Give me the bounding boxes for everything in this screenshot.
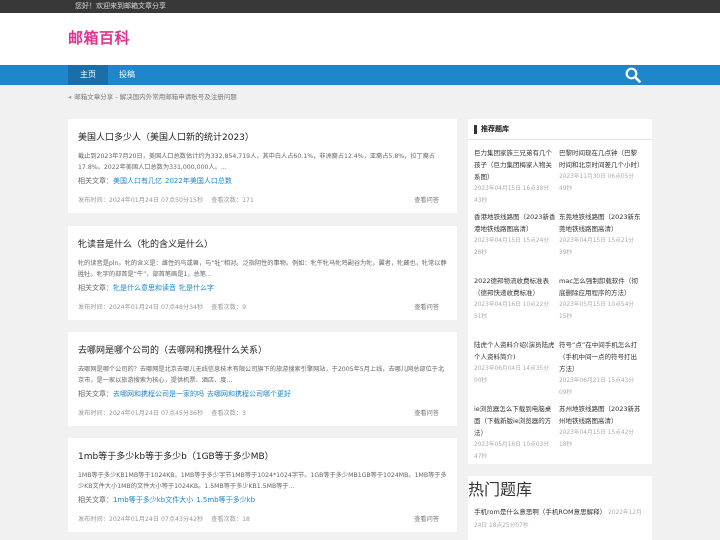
recommended-title: 推荐题库 <box>468 119 652 140</box>
hot-title: 热门题库 <box>468 480 533 499</box>
item-title[interactable]: 巨力集团家族三兄弟有几个孩子（巨力集团梅家人物关系图） <box>474 147 556 183</box>
item-date: 2023年04月15日 16点38分43秒 <box>474 186 550 204</box>
article-title[interactable]: 美国人口多少人（美国人口新的统计2023） <box>78 130 254 143</box>
item-date: 2023年05月15日 10点54分15秒 <box>559 302 635 320</box>
item-title[interactable]: 香港地铁线路图（2023新香港地铁线路图高清） <box>474 211 556 235</box>
hot-item[interactable]: 手机rom是什么意思啊（手机ROM意思解释） 2022年12月24日 18点25… <box>474 506 644 532</box>
item-title[interactable]: 2022德邦物流收费标准表（德邦快递收费标准） <box>474 275 556 299</box>
hot-panel: 热门题库 手机rom是什么意思啊（手机ROM意思解释） 2022年12月24日 … <box>468 476 652 540</box>
related-articles: 相关文章：美国人口有几亿 2022年美国人口总数 <box>78 176 232 186</box>
item-date: 2023年06月04日 14点35分00秒 <box>474 366 550 384</box>
recommended-item[interactable]: 符号“点”在中间手机怎么打（手机中间一点的符号打出方法） 2023年06月21日 … <box>559 339 641 399</box>
view-count: 查看次数：3 <box>211 410 247 417</box>
article-title[interactable]: 1mb等于多少kb等于多少b（1GB等于多少MB） <box>78 449 274 462</box>
related-articles: 相关文章：1mb等于多少kb文件大小 1.5mb等于多少kb <box>78 495 255 505</box>
item-date: 2023年04月15日 15点21分39秒 <box>559 238 635 256</box>
related-link[interactable]: 去哪网和携程公司是一家的吗 <box>113 390 204 398</box>
breadcrumb-text: 邮箱文章分享 - 解决国内外常用邮箱申请账号及注册问题 <box>74 93 237 101</box>
item-date: 2023年04月15日 15点24分26秒 <box>474 238 550 256</box>
item-title[interactable]: 陆虎个人资料介绍(演员陆虎个人资料简介) <box>474 339 556 363</box>
recommended-item[interactable]: 东莞地铁线路图（2023新东莞地铁线路图高清） 2023年04月15日 15点21… <box>559 211 641 259</box>
article-title[interactable]: 去哪网是哪个公司的（去哪网和携程什么关系） <box>78 343 267 356</box>
view-answer-link[interactable]: 查看问答 <box>414 514 439 523</box>
recommended-item[interactable]: 苏州地铁线路图（2023新苏州地铁线路图高清） 2023年04月15日 15点42… <box>559 403 641 451</box>
recommended-item[interactable]: 陆虎个人资料介绍(演员陆虎个人资料简介) 2023年06月04日 14点35分00… <box>474 339 556 387</box>
view-answer-link[interactable]: 查看问答 <box>414 408 439 417</box>
recommended-item[interactable]: 香港地铁线路图（2023新香港地铁线路图高清） 2023年04月15日 15点24… <box>474 211 556 259</box>
breadcrumb: ◂ 邮箱文章分享 - 解决国内外常用邮箱申请账号及注册问题 <box>68 92 237 102</box>
article-card: 牝读音是什么（牝的含义是什么） 牝的读音是pìn。牝的含义是：雌性的鸟或兽，与“… <box>68 226 457 320</box>
related-label: 相关文章： <box>78 177 113 185</box>
article-card: 去哪网是哪个公司的（去哪网和携程什么关系） 去哪网是哪个公司的？去哪网是北京去哪… <box>68 332 457 426</box>
related-link[interactable]: 牝是什么字 <box>179 284 214 292</box>
publish-time: 发布时间：2024年01月24日 07点43分42秒 <box>78 516 204 523</box>
related-link[interactable]: 1.5mb等于多少kb <box>196 496 255 504</box>
item-title[interactable]: 苏州地铁线路图（2023新苏州地铁线路图高清） <box>559 403 641 427</box>
related-articles: 相关文章：去哪网和携程公司是一家的吗 去哪网和携程公司哪个更好 <box>78 389 291 399</box>
article-card: 1mb等于多少kb等于多少b（1GB等于多少MB） 1MB等于多少KB1MB等于… <box>68 438 457 532</box>
related-link[interactable]: 1mb等于多少kb文件大小 <box>113 496 193 504</box>
nav-item-submit[interactable]: 投稿 <box>110 65 144 85</box>
article-card: 美国人口多少人（美国人口新的统计2023） 截止到2023年7月20日，美国人口… <box>68 119 457 213</box>
item-title[interactable]: 东莞地铁线路图（2023新东莞地铁线路图高清） <box>559 211 641 235</box>
related-link[interactable]: 美国人口有几亿 <box>113 177 162 185</box>
recommended-item[interactable]: mac怎么强制卸载软件（彻底删除应用程序的方法） 2023年05月15日 10点5… <box>559 275 641 323</box>
article-summary: 截止到2023年7月20日，美国人口总数估计约为332,854,719人，其中白… <box>78 153 436 171</box>
related-link[interactable]: 牝是什么意思和读音 <box>113 284 176 292</box>
item-date: 2023年05月16日 10点03分47秒 <box>474 442 550 460</box>
item-date: 2023年04月15日 15点42分18秒 <box>559 430 635 448</box>
item-date: 2023年06月21日 15点43分09秒 <box>559 378 635 396</box>
related-label: 相关文章： <box>78 496 113 504</box>
view-count: 查看次数：171 <box>211 197 254 204</box>
article-meta: 发布时间：2024年01月24日 07点48分34秒 查看次数：9 <box>78 302 246 311</box>
article-meta: 发布时间：2024年01月24日 07点50分15秒 查看次数：171 <box>78 195 254 204</box>
item-date: 2023年04月16日 10点22分51秒 <box>474 302 550 320</box>
item-date: 2023年11月30日 06点05分49秒 <box>559 174 635 192</box>
main-nav: 主页 投稿 <box>0 65 720 85</box>
article-title[interactable]: 牝读音是什么（牝的含义是什么） <box>78 237 213 250</box>
item-title[interactable]: 手机rom是什么意思啊（手机ROM意思解释） <box>474 508 606 516</box>
site-header: 邮箱百科 <box>0 13 720 65</box>
recommended-item[interactable]: ie浏览器怎么下载到电脑桌面（下载新版ie浏览器的方法） 2023年05月16日 … <box>474 403 556 463</box>
view-answer-link[interactable]: 查看问答 <box>414 195 439 204</box>
publish-time: 发布时间：2024年01月24日 07点45分36秒 <box>78 410 204 417</box>
nav-item-home[interactable]: 主页 <box>68 65 108 85</box>
announcement-icon: ◂ <box>68 93 72 101</box>
recommended-item[interactable]: 巴黎时间现在几点钟（巴黎时间和北京时间差几个小时） 2023年11月30日 06点… <box>559 147 644 195</box>
recommended-item[interactable]: 2022德邦物流收费标准表（德邦快递收费标准） 2023年04月16日 10点22… <box>474 275 556 323</box>
related-label: 相关文章： <box>78 284 113 292</box>
article-summary: 牝的读音是pìn。牝的含义是：雌性的鸟或兽，与“牡”相对。泛指阴性的事物。例如：… <box>78 260 447 278</box>
site-logo[interactable]: 邮箱百科 <box>68 27 130 48</box>
article-meta: 发布时间：2024年01月24日 07点45分36秒 查看次数：3 <box>78 408 246 417</box>
publish-time: 发布时间：2024年01月24日 07点48分34秒 <box>78 304 204 311</box>
item-title[interactable]: mac怎么强制卸载软件（彻底删除应用程序的方法） <box>559 275 641 299</box>
view-count: 查看次数：9 <box>211 304 247 311</box>
top-bar: 您好！欢迎来到邮箱文章分享 <box>0 0 720 13</box>
related-label: 相关文章： <box>78 390 113 398</box>
item-title[interactable]: ie浏览器怎么下载到电脑桌面（下载新版ie浏览器的方法） <box>474 403 556 439</box>
search-icon[interactable] <box>625 67 641 83</box>
article-summary: 1MB等于多少KB1MB等于1024KB。1MB等于多少字节1MB等于1024*… <box>78 472 447 490</box>
publish-time: 发布时间：2024年01月24日 07点50分15秒 <box>78 197 204 204</box>
related-articles: 相关文章：牝是什么意思和读音 牝是什么字 <box>78 283 214 293</box>
item-title[interactable]: 巴黎时间现在几点钟（巴黎时间和北京时间差几个小时） <box>559 147 644 171</box>
related-link[interactable]: 2022年美国人口总数 <box>165 177 232 185</box>
related-link[interactable]: 去哪网和携程公司哪个更好 <box>207 390 291 398</box>
recommended-panel: 推荐题库 巨力集团家族三兄弟有几个孩子（巨力集团梅家人物关系图） 2023年04月… <box>468 119 652 464</box>
recommended-item[interactable]: 巨力集团家族三兄弟有几个孩子（巨力集团梅家人物关系图） 2023年04月15日 1… <box>474 147 556 207</box>
article-summary: 去哪网是哪个公司的？去哪网是北京去哪儿无线信息技术有限公司旗下的旅游搜索引擎网站… <box>78 366 445 384</box>
welcome-text: 您好！欢迎来到邮箱文章分享 <box>75 2 166 10</box>
view-count: 查看次数：18 <box>211 516 250 523</box>
item-title[interactable]: 符号“点”在中间手机怎么打（手机中间一点的符号打出方法） <box>559 339 641 375</box>
view-answer-link[interactable]: 查看问答 <box>414 302 439 311</box>
article-meta: 发布时间：2024年01月24日 07点43分42秒 查看次数：18 <box>78 514 250 523</box>
